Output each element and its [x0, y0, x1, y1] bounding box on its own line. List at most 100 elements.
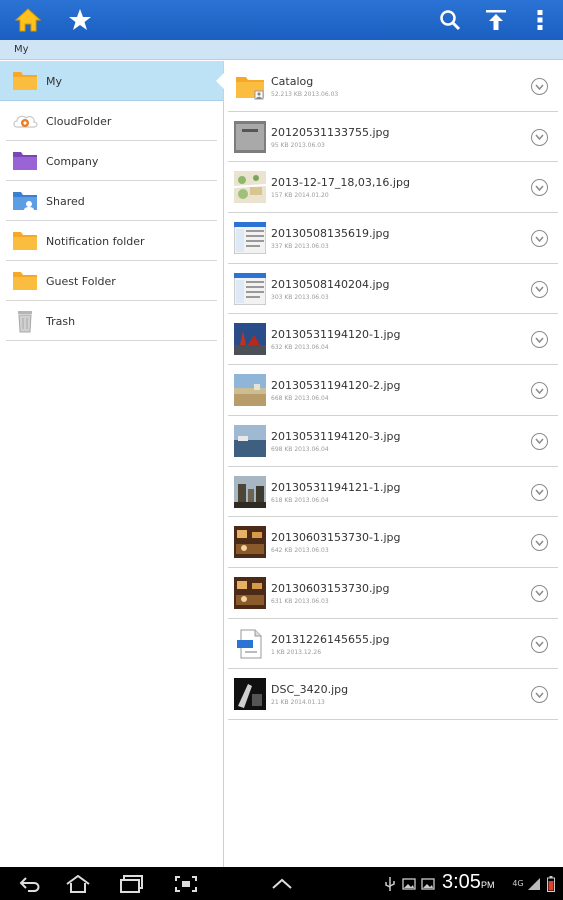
upload-icon[interactable] — [476, 0, 516, 40]
file-meta: 618 KB 2013.06.04 — [271, 496, 329, 504]
star-icon[interactable] — [60, 0, 100, 40]
sidebar-item-label: Shared — [46, 195, 85, 208]
file-list-item[interactable]: Catalog 52.213 KB 2013.06.03 — [228, 61, 558, 112]
chevron-down-icon[interactable] — [531, 382, 548, 400]
file-name: 20131226145655.jpg — [271, 632, 390, 646]
battery-icon — [544, 867, 558, 900]
file-meta: 157 KB 2014.01.20 — [271, 192, 329, 200]
file-list-item[interactable]: 20130531194121-1.jpg 618 KB 2013.06.04 — [228, 467, 558, 518]
file-name: 20130603153730-1.jpg — [271, 531, 401, 545]
selection-indicator — [216, 73, 224, 89]
sidebar-item-cloudfolder[interactable]: CloudFolder — [6, 101, 217, 141]
file-thumbnail — [234, 628, 266, 660]
image-notification-icon — [419, 867, 437, 900]
chevron-down-icon[interactable] — [531, 230, 548, 248]
chevron-down-icon[interactable] — [531, 584, 548, 602]
chevron-down-icon[interactable] — [531, 635, 548, 653]
file-list-item[interactable]: 20120531133755.jpg 95 KB 2013.06.03 — [228, 112, 558, 163]
chevron-down-icon[interactable] — [531, 483, 548, 501]
file-list-item[interactable]: 2013-12-17_18,03,16.jpg 157 KB 2014.01.20 — [228, 162, 558, 214]
chevron-down-icon[interactable] — [531, 432, 548, 450]
screenshot-icon[interactable] — [170, 867, 202, 900]
sidebar-item-company[interactable]: Company — [6, 141, 217, 181]
file-meta: 631 KB 2013.06.03 — [271, 597, 329, 605]
chevron-down-icon[interactable] — [531, 534, 548, 552]
chevron-down-icon[interactable] — [531, 686, 548, 704]
chevron-down-icon[interactable] — [531, 331, 548, 349]
clock-ampm: PM — [480, 880, 495, 890]
sidebar-item-label: CloudFolder — [46, 115, 112, 128]
sidebar-item-my[interactable]: My — [0, 61, 224, 101]
file-thumbnail — [234, 526, 266, 559]
clock-time: 3:05 — [442, 871, 481, 893]
company-folder-icon — [12, 149, 38, 173]
file-thumbnail — [234, 323, 266, 356]
file-list-item[interactable]: 20131226145655.jpg 1 KB 2013.12.26 — [228, 619, 558, 670]
recent-apps-icon[interactable] — [116, 867, 148, 900]
file-name: 20130531194120-1.jpg — [271, 328, 401, 342]
file-meta: 303 KB 2013.06.03 — [271, 293, 329, 301]
file-meta: 632 KB 2013.06.04 — [271, 344, 329, 352]
sidebar-item-shared[interactable]: Shared — [6, 181, 217, 221]
file-thumbnail — [234, 374, 266, 407]
file-list-item[interactable]: 20130603153730.jpg 631 KB 2013.06.03 — [228, 568, 558, 619]
usb-icon — [380, 867, 400, 900]
sidebar-item-label: Guest Folder — [46, 275, 116, 288]
file-list-item[interactable]: 20130531194120-1.jpg 632 KB 2013.06.04 — [228, 314, 558, 366]
file-meta: 668 KB 2013.06.04 — [271, 395, 329, 403]
chevron-down-icon[interactable] — [531, 128, 548, 146]
folder-icon — [12, 69, 38, 93]
file-name: 20130508140204.jpg — [271, 277, 390, 291]
file-thumbnail — [234, 475, 266, 508]
file-list-item[interactable]: 20130603153730-1.jpg 642 KB 2013.06.03 — [228, 517, 558, 568]
file-meta: 21 KB 2014.01.13 — [271, 699, 325, 707]
home-icon[interactable] — [8, 0, 48, 40]
file-thumbnail — [233, 171, 267, 204]
back-icon[interactable] — [14, 867, 46, 900]
system-navigation-bar: 3:05PM 4G — [0, 867, 563, 900]
trash-icon — [12, 309, 38, 333]
file-name: 2013-12-17_18,03,16.jpg — [271, 176, 410, 190]
sidebar-item-trash[interactable]: Trash — [6, 301, 217, 341]
file-list-item[interactable]: 20130508140204.jpg 303 KB 2013.06.03 — [228, 264, 558, 315]
file-list-item[interactable]: 20130508135619.jpg 337 KB 2013.06.03 — [228, 213, 558, 264]
file-thumbnail — [233, 272, 267, 306]
breadcrumb: My — [0, 40, 563, 60]
folder-icon — [12, 269, 38, 293]
file-meta: 337 KB 2013.06.03 — [271, 243, 329, 251]
home-nav-icon[interactable] — [62, 867, 94, 900]
file-thumbnail — [234, 576, 266, 609]
file-meta: 52.213 KB 2013.06.03 — [271, 91, 339, 98]
sidebar-item-notification-folder[interactable]: Notification folder — [6, 221, 217, 261]
folder-icon — [12, 229, 38, 253]
folder-icon — [234, 70, 266, 102]
sidebar-item-label: My — [46, 75, 63, 88]
file-thumbnail — [234, 120, 266, 153]
shared-folder-icon — [12, 189, 38, 213]
file-meta: 95 KB 2013.06.03 — [271, 141, 325, 149]
chevron-down-icon[interactable] — [531, 280, 548, 298]
file-meta: 642 KB 2013.06.03 — [271, 547, 329, 555]
search-icon[interactable] — [430, 0, 470, 40]
network-label: 4G — [512, 879, 524, 888]
chevron-up-icon[interactable] — [266, 867, 298, 900]
cloud-folder-icon — [12, 109, 38, 133]
file-list-item[interactable]: 20130531194120-3.jpg 698 KB 2013.06.04 — [228, 416, 558, 467]
file-list-item[interactable]: 20130531194120-2.jpg 668 KB 2013.06.04 — [228, 365, 558, 416]
breadcrumb-label: My — [14, 44, 29, 55]
file-list: Catalog 52.213 KB 2013.06.03 2012053113375… — [228, 61, 558, 720]
file-name: 20130531194120-3.jpg — [271, 429, 401, 443]
file-list-item[interactable]: DSC_3420.jpg 21 KB 2014.01.13 — [228, 669, 558, 720]
sidebar-item-label: Trash — [46, 315, 76, 328]
chevron-down-icon[interactable] — [531, 78, 548, 95]
file-name: 20130531194120-2.jpg — [271, 379, 401, 393]
sidebar-item-label: Company — [46, 155, 99, 168]
chevron-down-icon[interactable] — [531, 179, 548, 197]
sidebar: My CloudFolder Company Shared Notificati… — [0, 61, 224, 867]
overflow-menu-icon[interactable] — [520, 0, 560, 40]
file-thumbnail — [234, 678, 266, 711]
file-thumbnail — [233, 221, 267, 255]
file-name: Catalog — [271, 75, 314, 88]
file-thumbnail — [234, 424, 266, 457]
sidebar-item-guest-folder[interactable]: Guest Folder — [6, 261, 217, 301]
